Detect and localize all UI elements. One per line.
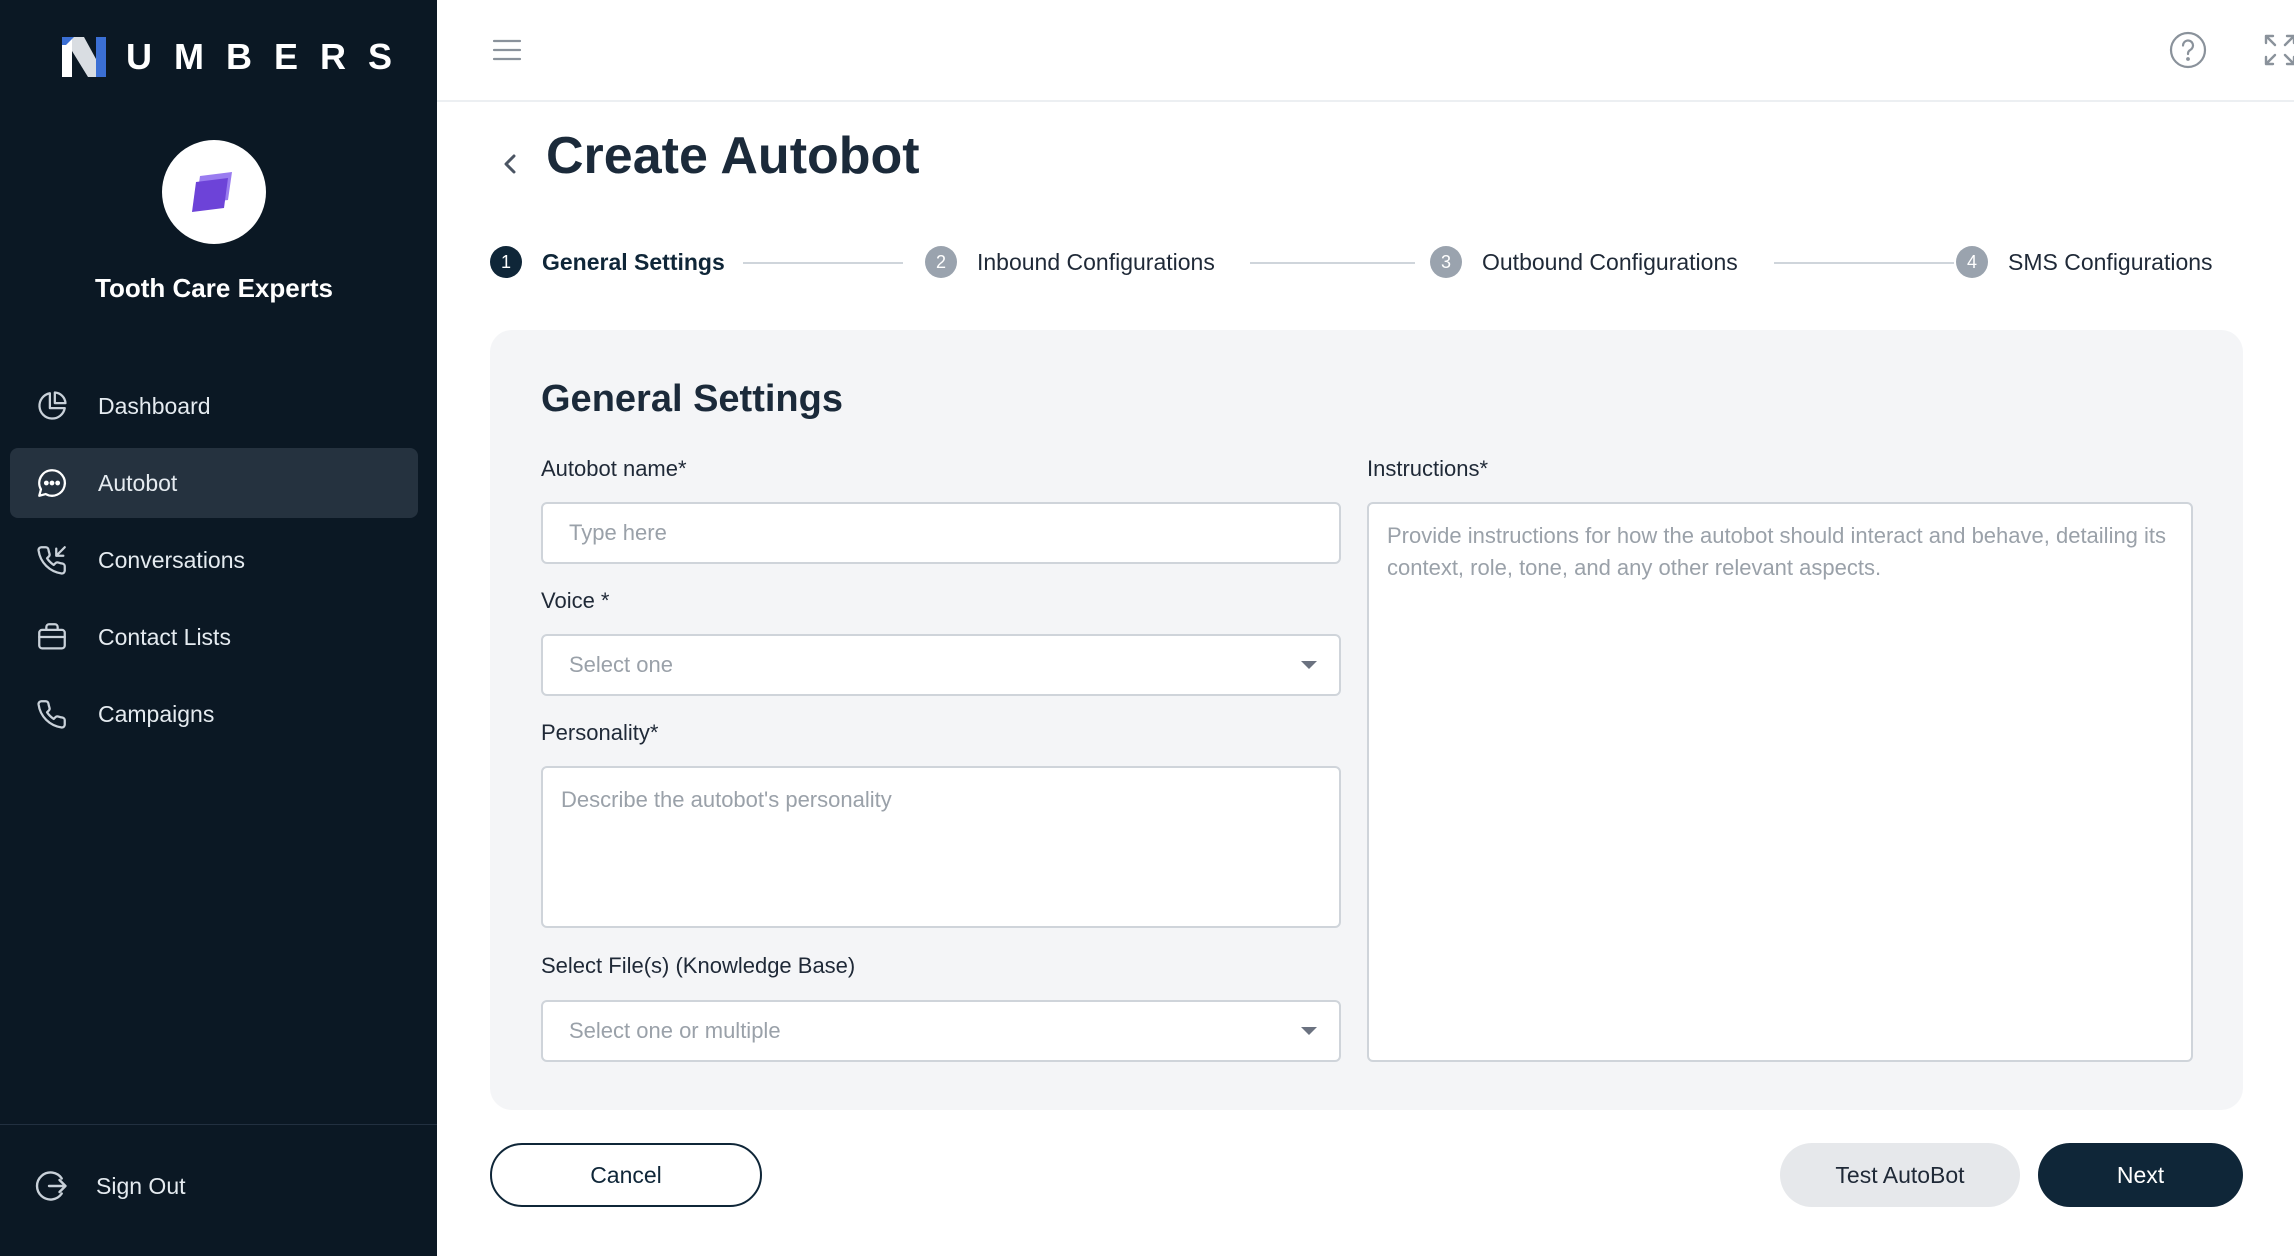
step-number: 3 [1430, 246, 1462, 278]
phone-icon [34, 696, 70, 732]
sidebar-divider [0, 1124, 437, 1125]
personality-placeholder: Describe the autobot's personality [561, 787, 892, 812]
general-settings-card: General Settings Autobot name* Type here… [490, 330, 2243, 1110]
phone-incoming-icon [34, 542, 70, 578]
step-general-settings[interactable]: 1 General Settings [490, 244, 725, 280]
knowledge-base-label: Select File(s) (Knowledge Base) [541, 953, 856, 978]
sign-out-label: Sign Out [96, 1172, 186, 1199]
help-icon[interactable] [2168, 30, 2208, 70]
sidebar-item-autobot[interactable]: Autobot [10, 448, 418, 518]
instructions-label: Instructions* [1367, 456, 1489, 481]
autobot-name-input[interactable]: Type here [541, 502, 1341, 564]
instructions-placeholder: Provide instructions for how the autobot… [1387, 523, 2167, 580]
cancel-button[interactable]: Cancel [490, 1143, 762, 1207]
voice-select[interactable]: Select one [541, 634, 1341, 696]
knowledge-base-select[interactable]: Select one or multiple [541, 1000, 1341, 1062]
back-arrow-icon[interactable] [498, 148, 522, 180]
sidebar-item-label: Campaigns [98, 700, 215, 727]
fullscreen-icon[interactable] [2262, 32, 2294, 68]
step-connector [1774, 262, 1954, 264]
sign-out-button[interactable]: Sign Out [34, 1168, 186, 1204]
autobot-name-label: Autobot name* [541, 456, 687, 481]
pie-chart-icon [34, 388, 70, 424]
sidebar-item-conversations[interactable]: Conversations [10, 525, 418, 595]
sidebar-item-label: Contact Lists [98, 623, 231, 650]
sidebar-item-label: Dashboard [98, 392, 211, 419]
knowledge-base-placeholder: Select one or multiple [569, 1018, 781, 1043]
briefcase-icon [34, 619, 70, 655]
sidebar-item-label: Conversations [98, 546, 246, 573]
sidebar-item-campaigns[interactable]: Campaigns [10, 679, 418, 749]
org-name: Tooth Care Experts [95, 273, 333, 303]
personality-label: Personality* [541, 720, 659, 745]
org-avatar [162, 140, 266, 244]
autobot-name-placeholder: Type here [569, 520, 667, 545]
sign-out-icon [34, 1168, 70, 1204]
test-autobot-button[interactable]: Test AutoBot [1780, 1143, 2020, 1207]
step-number: 1 [490, 246, 522, 278]
voice-label: Voice * [541, 588, 610, 613]
brand-logo[interactable]: UMBERS [62, 36, 414, 78]
hamburger-menu-icon[interactable] [491, 34, 523, 66]
logo-mark-icon [62, 37, 106, 77]
step-connector [743, 262, 903, 264]
section-title: General Settings [541, 378, 843, 420]
step-connector [1250, 262, 1415, 264]
logo-text: UMBERS [126, 36, 415, 77]
step-number: 2 [925, 246, 957, 278]
sidebar: UMBERS Tooth Care Experts Dashboard Auto… [0, 0, 437, 1256]
next-button[interactable]: Next [2038, 1143, 2243, 1207]
voice-placeholder: Select one [569, 652, 673, 677]
sidebar-item-label: Autobot [98, 469, 178, 496]
step-label: SMS Configurations [2008, 248, 2213, 275]
chevron-down-icon [1301, 661, 1317, 669]
step-label: General Settings [542, 248, 725, 275]
step-number: 4 [1956, 246, 1988, 278]
sidebar-nav: Dashboard Autobot Conversations Contact … [10, 371, 418, 756]
page-title: Create Autobot [546, 127, 920, 185]
chevron-down-icon [1301, 1027, 1317, 1035]
step-sms-configurations[interactable]: 4 SMS Configurations [1956, 244, 2213, 280]
personality-textarea[interactable]: Describe the autobot's personality [541, 766, 1341, 928]
instructions-textarea[interactable]: Provide instructions for how the autobot… [1367, 502, 2193, 1062]
chat-bubble-icon [34, 465, 70, 501]
step-label: Inbound Configurations [977, 248, 1215, 275]
top-bar [437, 0, 2294, 102]
org-logo-icon [192, 172, 232, 212]
step-label: Outbound Configurations [1482, 248, 1738, 275]
step-inbound-configurations[interactable]: 2 Inbound Configurations [925, 244, 1215, 280]
sidebar-item-dashboard[interactable]: Dashboard [10, 371, 418, 441]
sidebar-item-contact-lists[interactable]: Contact Lists [10, 602, 418, 672]
step-outbound-configurations[interactable]: 3 Outbound Configurations [1430, 244, 1738, 280]
stepper: 1 General Settings 2 Inbound Configurati… [490, 244, 2224, 280]
